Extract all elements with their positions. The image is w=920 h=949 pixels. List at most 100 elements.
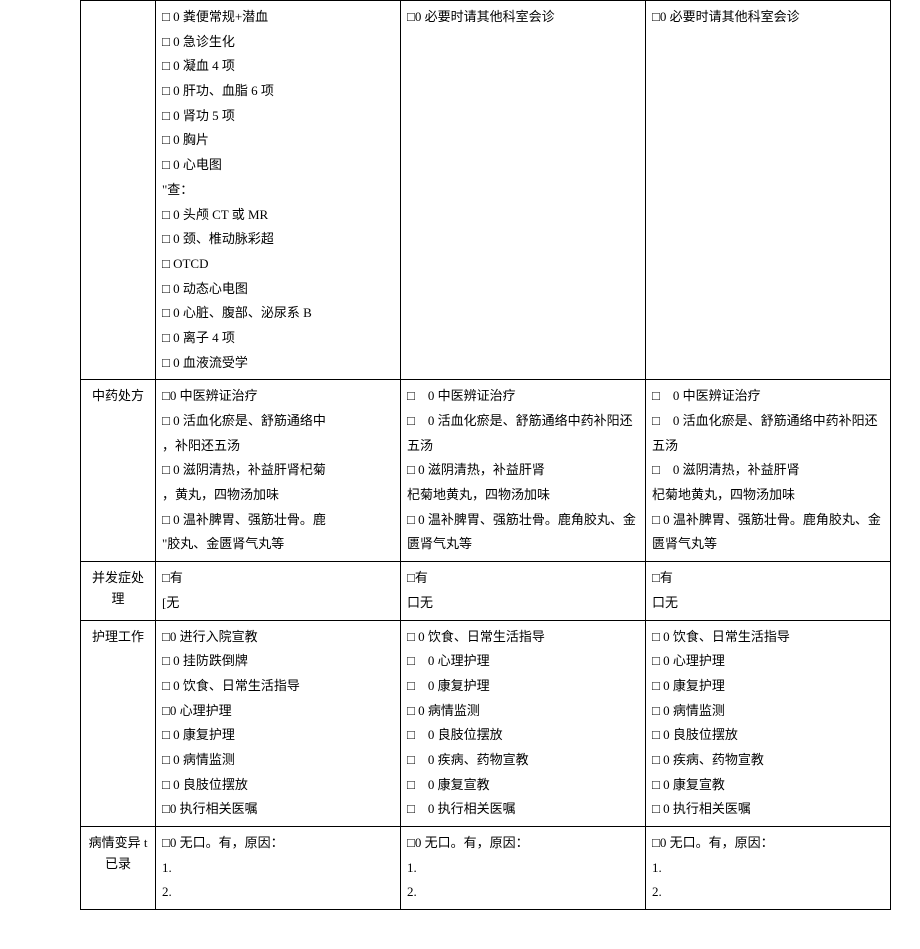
cell-col3: □ 0 饮食、日常生活指导□ 0 心理护理□ 0 康复护理□ 0 病情监测□ 0…	[646, 620, 891, 827]
cell-col3: □有口无	[646, 562, 891, 620]
cell-col2: □有口无	[401, 562, 646, 620]
cell-line: ，补阳还五汤	[162, 434, 394, 459]
table-row: 中药处方□0 中医辨证治疗□ 0 活血化瘀是、舒筋通络中，补阳还五汤□ 0 滋阴…	[81, 380, 891, 562]
table-body: □ 0 粪便常规+潜血□ 0 急诊生化□ 0 凝血 4 项□ 0 肝功、血脂 6…	[81, 1, 891, 910]
cell-line: □ 0 头颅 CT 或 MR	[162, 203, 394, 228]
cell-col2: □ 0 饮食、日常生活指导□ 0 心理护理□ 0 康复护理□ 0 病情监测□ 0…	[401, 620, 646, 827]
cell-line: 2.	[407, 880, 639, 905]
cell-line: □ 0 粪便常规+潜血	[162, 5, 394, 30]
cell-line: 口无	[652, 591, 884, 616]
cell-line: □ 0 良肢位摆放	[407, 723, 639, 748]
cell-line: □ 0 康复宣教	[652, 773, 884, 798]
cell-line: □ 0 疾病、药物宣教	[407, 748, 639, 773]
cell-line: □ 0 饮食、日常生活指导	[407, 625, 639, 650]
cell-line: □ 0 活血化瘀是、舒筋通络中药补阳还五汤	[652, 409, 884, 458]
cell-line: □ 0 血液流受学	[162, 351, 394, 376]
cell-col2: □ 0 中医辨证治疗□ 0 活血化瘀是、舒筋通络中药补阳还五汤□ 0 滋阴清热，…	[401, 380, 646, 562]
cell-line: □ 0 病情监测	[407, 699, 639, 724]
cell-line: □ 0 康复护理	[407, 674, 639, 699]
row-label: 护理工作	[81, 620, 156, 827]
cell-line: □ 0 胸片	[162, 128, 394, 153]
cell-line: □0 无口。有，原因：	[407, 831, 639, 856]
cell-line: □0 无口。有，原因：	[652, 831, 884, 856]
cell-line: [无	[162, 591, 394, 616]
cell-line: □ 0 康复宣教	[407, 773, 639, 798]
cell-line: □ 0 执行相关医嘱	[407, 797, 639, 822]
cell-line: □ 0 肝功、血脂 6 项	[162, 79, 394, 104]
cell-line: □有	[407, 566, 639, 591]
cell-line: □ 0 急诊生化	[162, 30, 394, 55]
cell-line: □ 0 饮食、日常生活指导	[162, 674, 394, 699]
cell-col2: □0 必要时请其他科室会诊	[401, 1, 646, 380]
cell-col1: □0 进行入院宣教□ 0 挂防跌倒牌□ 0 饮食、日常生活指导□0 心理护理□ …	[156, 620, 401, 827]
cell-line: □ 0 颈、椎动脉彩超	[162, 227, 394, 252]
cell-line: □ 0 动态心电图	[162, 277, 394, 302]
cell-line: □ 0 心理护理	[652, 649, 884, 674]
cell-line: □0 中医辨证治疗	[162, 384, 394, 409]
cell-line: □ 0 良肢位摆放	[652, 723, 884, 748]
row-label: 病情变异 t 已录	[81, 827, 156, 910]
cell-line: □0 心理护理	[162, 699, 394, 724]
table-row: 护理工作□0 进行入院宣教□ 0 挂防跌倒牌□ 0 饮食、日常生活指导□0 心理…	[81, 620, 891, 827]
cell-col1: □0 无口。有，原因：1.2.	[156, 827, 401, 910]
cell-col3: □ 0 中医辨证治疗□ 0 活血化瘀是、舒筋通络中药补阳还五汤□ 0 滋阴清热，…	[646, 380, 891, 562]
row-label	[81, 1, 156, 380]
cell-line: 2.	[652, 880, 884, 905]
cell-line: □ 0 病情监测	[162, 748, 394, 773]
cell-line: 2.	[162, 880, 394, 905]
cell-line: □ 0 疾病、药物宣教	[652, 748, 884, 773]
cell-line: □ 0 心电图	[162, 153, 394, 178]
cell-col3: □0 无口。有，原因：1.2.	[646, 827, 891, 910]
cell-line: □ 0 挂防跌倒牌	[162, 649, 394, 674]
table-row: 并发症处理□有[无□有口无□有口无	[81, 562, 891, 620]
cell-line: □0 无口。有，原因：	[162, 831, 394, 856]
cell-line: 杞菊地黄丸，四物汤加味	[407, 483, 639, 508]
clinical-pathway-table: □ 0 粪便常规+潜血□ 0 急诊生化□ 0 凝血 4 项□ 0 肝功、血脂 6…	[80, 0, 891, 910]
cell-line: □ 0 执行相关医嘱	[652, 797, 884, 822]
cell-line: □ 0 温补脾胃、强筋壮骨。鹿角胶丸、金匮肾气丸等	[407, 508, 639, 557]
cell-line: □ 0 离子 4 项	[162, 326, 394, 351]
cell-line: □ 0 温补脾胃、强筋壮骨。鹿角胶丸、金匮肾气丸等	[652, 508, 884, 557]
cell-col3: □0 必要时请其他科室会诊	[646, 1, 891, 380]
cell-line: □0 进行入院宣教	[162, 625, 394, 650]
row-label: 中药处方	[81, 380, 156, 562]
row-label: 并发症处理	[81, 562, 156, 620]
cell-line: □ 0 中医辨证治疗	[407, 384, 639, 409]
cell-col1: □0 中医辨证治疗□ 0 活血化瘀是、舒筋通络中，补阳还五汤□ 0 滋阴清热，补…	[156, 380, 401, 562]
cell-line: □0 必要时请其他科室会诊	[407, 5, 639, 30]
cell-line: □ 0 心脏、腹部、泌尿系 B	[162, 301, 394, 326]
cell-line: □ 0 心理护理	[407, 649, 639, 674]
cell-line: □ 0 活血化瘀是、舒筋通络中	[162, 409, 394, 434]
cell-col1: □ 0 粪便常规+潜血□ 0 急诊生化□ 0 凝血 4 项□ 0 肝功、血脂 6…	[156, 1, 401, 380]
cell-line: □0 必要时请其他科室会诊	[652, 5, 884, 30]
cell-line: □有	[162, 566, 394, 591]
cell-line: □ 0 肾功 5 项	[162, 104, 394, 129]
cell-col2: □0 无口。有，原因：1.2.	[401, 827, 646, 910]
cell-line: □ 0 良肢位摆放	[162, 773, 394, 798]
cell-line: □ 0 温补脾胃、强筋壮骨。鹿	[162, 508, 394, 533]
cell-line: "查：	[162, 178, 394, 203]
cell-line: □ OTCD	[162, 252, 394, 277]
cell-line: □0 执行相关医嘱	[162, 797, 394, 822]
cell-line: 1.	[652, 856, 884, 881]
table-row: 病情变异 t 已录□0 无口。有，原因：1.2.□0 无口。有，原因：1.2.□…	[81, 827, 891, 910]
cell-line: □ 0 中医辨证治疗	[652, 384, 884, 409]
cell-line: □ 0 康复护理	[162, 723, 394, 748]
cell-line: ，黄丸，四物汤加味	[162, 483, 394, 508]
cell-line: 口无	[407, 591, 639, 616]
cell-line: □有	[652, 566, 884, 591]
cell-line: "胶丸、金匮肾气丸等	[162, 532, 394, 557]
cell-line: □ 0 凝血 4 项	[162, 54, 394, 79]
cell-line: 杞菊地黄丸，四物汤加味	[652, 483, 884, 508]
cell-line: □ 0 滋阴清热，补益肝肾	[407, 458, 639, 483]
cell-line: □ 0 饮食、日常生活指导	[652, 625, 884, 650]
cell-col1: □有[无	[156, 562, 401, 620]
cell-line: □ 0 活血化瘀是、舒筋通络中药补阳还五汤	[407, 409, 639, 458]
cell-line: □ 0 康复护理	[652, 674, 884, 699]
document-page: □ 0 粪便常规+潜血□ 0 急诊生化□ 0 凝血 4 项□ 0 肝功、血脂 6…	[0, 0, 920, 910]
cell-line: □ 0 滋阴清热，补益肝肾杞菊	[162, 458, 394, 483]
cell-line: □ 0 滋阴清热，补益肝肾	[652, 458, 884, 483]
cell-line: 1.	[407, 856, 639, 881]
cell-line: 1.	[162, 856, 394, 881]
cell-line: □ 0 病情监测	[652, 699, 884, 724]
